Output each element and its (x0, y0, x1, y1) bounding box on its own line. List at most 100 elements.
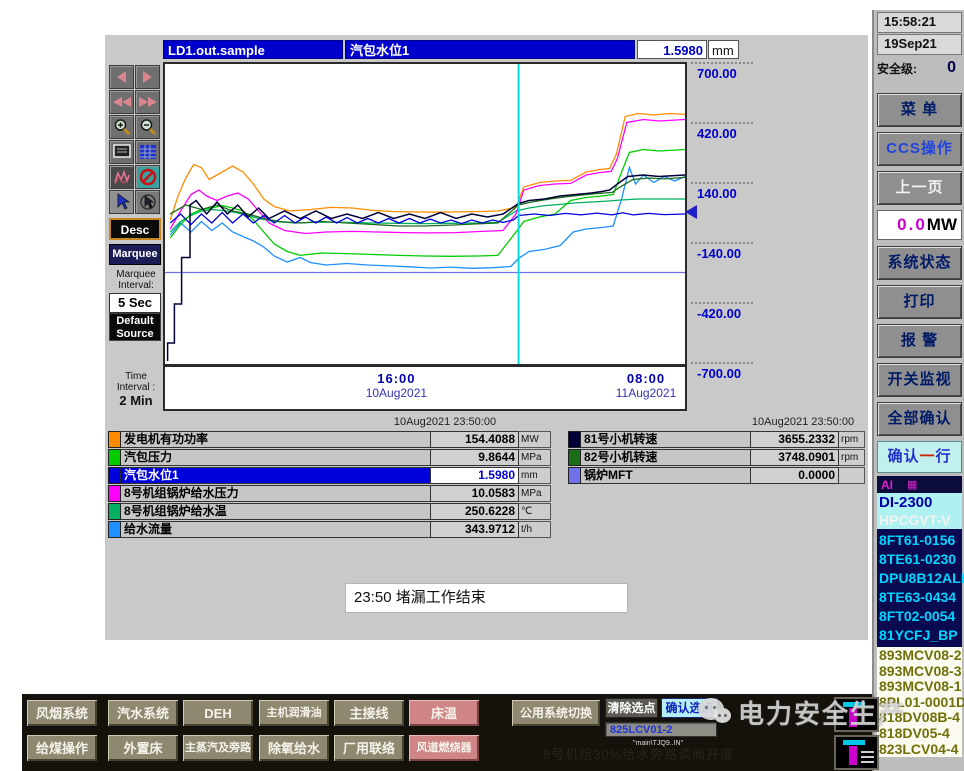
nav-button[interactable]: 厂用联络 (333, 734, 405, 762)
nav-button[interactable]: 主机润滑油 (258, 699, 330, 727)
tag-name: 发电机有功功率 (121, 431, 431, 448)
sidebar-button[interactable]: 系统状态 (877, 246, 962, 280)
display-mode-icon[interactable] (109, 140, 134, 164)
x-axis: 16:00 10Aug2021 08:00 11Aug2021 (163, 366, 687, 411)
x-tick-time: 08:00 (626, 371, 666, 386)
ai-tab[interactable]: AI (881, 478, 893, 492)
nav-button[interactable]: DEH (182, 699, 254, 727)
trend-chart[interactable] (163, 62, 687, 366)
zoom-out-icon[interactable] (135, 115, 160, 139)
zoom-in-icon[interactable] (109, 115, 134, 139)
valve-report-shortcut-icon[interactable] (834, 735, 879, 770)
sidebar-button[interactable]: 开关监视 (877, 363, 962, 397)
sidebar-button[interactable]: 报 警 (877, 324, 962, 358)
time-interval-label: Time Interval : (116, 371, 156, 393)
nav-button[interactable]: 除氧给水 (258, 734, 330, 762)
series-line-7 (169, 176, 686, 227)
sidebar-button[interactable]: 全部确认 (877, 402, 962, 436)
nav-button[interactable]: 外置床 (107, 734, 179, 762)
nav-button[interactable]: 给煤操作 (26, 734, 98, 762)
trend-tag-field[interactable]: 汽包水位1 (345, 40, 635, 59)
sidebar-button[interactable]: 打印 (877, 285, 962, 319)
sidebar-button[interactable]: CCS操作 (877, 132, 962, 166)
trend-source-field[interactable]: LD1.out.sample (163, 40, 343, 59)
selected-tag-desc: HPCGVT-V (879, 512, 951, 528)
nav-button[interactable]: 主接线 (333, 699, 405, 727)
pointer-info-icon[interactable] (135, 190, 160, 214)
ack-one-line-button[interactable]: 确认一行 (877, 441, 962, 473)
common-system-switch-button[interactable]: 公用系统切换 (511, 699, 601, 727)
disable-cursor-icon[interactable] (135, 165, 160, 189)
legend-row[interactable]: 81号小机转速 3655.2332 rpm (568, 431, 865, 448)
ack-label-part: 行 (935, 448, 952, 465)
legend-row[interactable]: 发电机有功功率 154.4088 MW (108, 431, 551, 448)
tag-value: 9.8644 (431, 449, 519, 466)
legend-row[interactable]: 8号机组锅炉给水温 250.6228 ℃ (108, 503, 551, 520)
tag-unit: rpm (839, 449, 865, 466)
legend-row[interactable]: 汽包压力 9.8644 MPa (108, 449, 551, 466)
tag-unit: MW (519, 431, 551, 448)
legend-row[interactable]: 汽包水位1 1.5980 mm (108, 467, 551, 484)
tag-list-item[interactable]: 81YCFJ_BP (879, 626, 962, 645)
dcs-trend-screen: LD1.out.sample 汽包水位1 1.5980 mm Desc Marq… (0, 0, 964, 771)
y-tick: -140.00 (691, 242, 761, 261)
pointer-icon[interactable] (109, 190, 134, 214)
legend-row[interactable]: 82号小机转速 3748.0901 rpm (568, 449, 865, 466)
desc-button[interactable]: Desc (109, 218, 161, 240)
default-source-button[interactable]: Default Source (109, 313, 161, 341)
tag-unit: t/h (519, 521, 551, 538)
color-swatch (108, 485, 121, 502)
trend-unit-field: mm (708, 40, 739, 59)
x-tick: 08:00 11Aug2021 (616, 371, 677, 400)
tag-list-item[interactable]: 8TE63-0434 (879, 588, 962, 607)
tag-list-item[interactable]: 823LCV04-4 (879, 741, 962, 758)
selected-point-description: 8号机组30%给水旁路调阀开度 (543, 747, 735, 762)
clock-time: 15:58:21 (877, 12, 962, 33)
tag-list-item[interactable]: 8FT02-0054 (879, 607, 962, 626)
legend-timestamp-right: 10Aug2021 23:50:00 (751, 416, 855, 428)
tag-list-item[interactable]: DPU8B12ALI (879, 569, 964, 588)
y-tick: 420.00 (691, 122, 761, 141)
security-level-value: 0 (947, 59, 956, 76)
step-back-icon[interactable] (109, 65, 134, 89)
tag-unit (839, 467, 865, 484)
legend-row[interactable]: 8号机组锅炉给水压力 10.0583 MPa (108, 485, 551, 502)
y-tick: 140.00 (691, 182, 761, 201)
sidebar: 15:58:21 19Sep21 安全级: 0 菜 单 CCS操作 上一页 0.0M… (872, 10, 964, 771)
jump-back-icon[interactable] (109, 90, 134, 114)
y-tick-label: 420.00 (697, 126, 737, 141)
legend-timestamp-left: 10Aug2021 23:50:00 (393, 416, 497, 428)
jump-forward-icon[interactable] (135, 90, 160, 114)
step-forward-icon[interactable] (135, 65, 160, 89)
marquee-interval-value[interactable]: 5 Sec (109, 293, 161, 313)
ack-label-part: 确认 (887, 448, 920, 465)
clear-point-button[interactable]: 清除选点 (605, 698, 658, 718)
tag-list-item[interactable]: 893MCV08-2 (879, 647, 962, 664)
color-swatch (108, 503, 121, 520)
color-swatch (568, 449, 581, 466)
tag-list-cyan: 8FT61-0156 8TE61-0230 DPU8B12ALI 8TE63-0434… (877, 529, 964, 647)
sidebar-button[interactable]: 菜 单 (877, 93, 962, 127)
y-tick: 700.00 (691, 62, 761, 81)
nav-button[interactable]: 风道燃烧器 (408, 734, 480, 762)
tag-value: 154.4088 (431, 431, 519, 448)
color-swatch (568, 431, 581, 448)
table-view-icon[interactable] (135, 140, 160, 164)
legend-row[interactable]: 锅炉MFT 0.0000 (568, 467, 865, 484)
selected-tag-item[interactable]: DI-2300 HPCGVT-V (877, 493, 962, 529)
nav-button[interactable]: 床温 (408, 699, 480, 727)
marquee-button[interactable]: Marquee (109, 244, 161, 265)
trend-curves-icon[interactable] (109, 165, 134, 189)
x-tick-date: 11Aug2021 (615, 386, 677, 400)
tag-list-item[interactable]: 8FT61-0156 (879, 531, 962, 550)
nav-button[interactable]: 汽水系统 (107, 699, 179, 727)
tag-list-item[interactable]: 893MCV08-1 (879, 679, 962, 695)
tag-unit: ℃ (519, 503, 551, 520)
tag-list-item[interactable]: 8TE61-0230 (879, 550, 962, 569)
legend-row[interactable]: 给水流量 343.9712 t/h (108, 521, 551, 538)
nav-button[interactable]: 风烟系统 (26, 699, 98, 727)
y-tick-label: 700.00 (697, 66, 737, 81)
sidebar-button[interactable]: 上一页 (877, 171, 962, 205)
nav-button[interactable]: 主蒸汽及旁路 (182, 734, 254, 762)
tag-list-item[interactable]: 893MCV08-3 (879, 663, 962, 680)
